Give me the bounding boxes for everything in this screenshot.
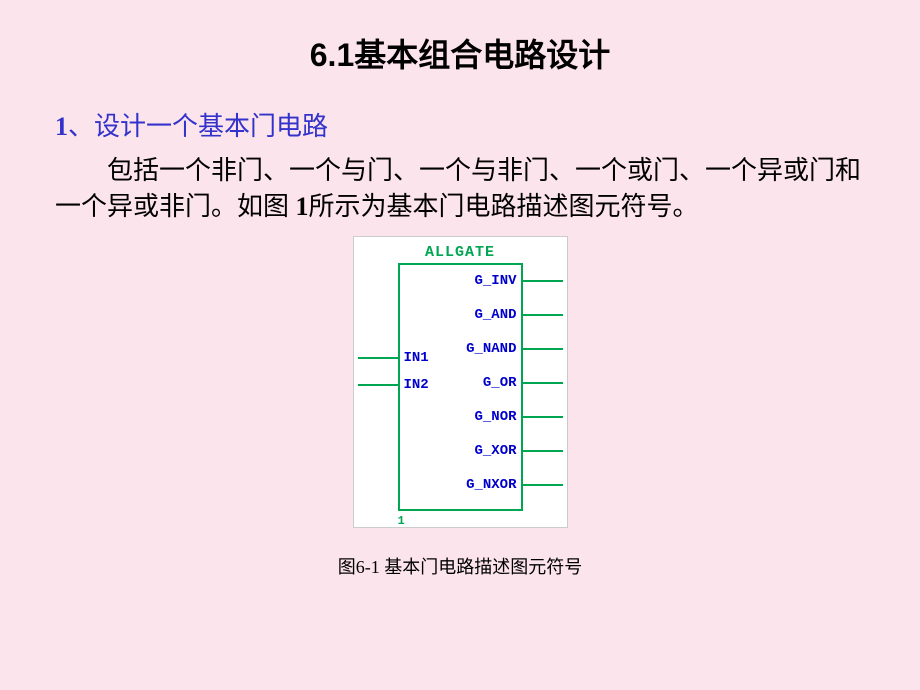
- output-label: G_XOR: [474, 443, 516, 459]
- wire: [523, 348, 563, 350]
- subtitle-text: 设计一个基本门电路: [94, 112, 328, 141]
- wire: [523, 280, 563, 282]
- body-part-b: 所示为基本门电路描述图元符号。: [309, 192, 699, 221]
- page-title: 6.1基本组合电路设计: [0, 0, 920, 76]
- input-label-in1: IN1: [404, 350, 429, 366]
- output-label: G_NXOR: [466, 477, 516, 493]
- output-label: G_OR: [483, 375, 517, 391]
- section-subtitle: 1、设计一个基本门电路: [55, 106, 920, 143]
- wire: [523, 484, 563, 486]
- input-row-in1: IN1: [358, 348, 429, 368]
- wire: [523, 314, 563, 316]
- output-label: G_NAND: [466, 341, 516, 357]
- subtitle-number: 1: [55, 112, 68, 141]
- body-number: 1: [296, 192, 309, 221]
- diagram-title: ALLGATE: [358, 244, 563, 261]
- output-row-inv: G_INV: [474, 271, 562, 291]
- output-label: G_INV: [474, 273, 516, 289]
- output-row-nor: G_NOR: [474, 407, 562, 427]
- gate-diagram: ALLGATE IN1 IN2 G_INV G_AND G_NAND: [353, 236, 568, 528]
- corner-number: 1: [398, 514, 405, 528]
- output-row-nxor: G_NXOR: [466, 475, 562, 495]
- diagram-container: ALLGATE IN1 IN2 G_INV G_AND G_NAND: [0, 236, 920, 528]
- input-row-in2: IN2: [358, 375, 429, 395]
- body-paragraph: 包括一个非门、一个与门、一个与非门、一个或门、一个异或门和一个异或非门。如图 1…: [55, 153, 865, 226]
- wire: [523, 416, 563, 418]
- subtitle-sep: 、: [68, 112, 94, 141]
- diagram-block: IN1 IN2 G_INV G_AND G_NAND G_OR: [358, 263, 563, 523]
- wire: [523, 450, 563, 452]
- wire: [523, 382, 563, 384]
- wire: [358, 384, 398, 386]
- output-label: G_NOR: [474, 409, 516, 425]
- output-row-xor: G_XOR: [474, 441, 562, 461]
- output-row-or: G_OR: [483, 373, 563, 393]
- output-row-and: G_AND: [474, 305, 562, 325]
- input-label-in2: IN2: [404, 377, 429, 393]
- output-row-nand: G_NAND: [466, 339, 562, 359]
- output-label: G_AND: [474, 307, 516, 323]
- wire: [358, 357, 398, 359]
- figure-caption: 图6-1 基本门电路描述图元符号: [0, 553, 920, 579]
